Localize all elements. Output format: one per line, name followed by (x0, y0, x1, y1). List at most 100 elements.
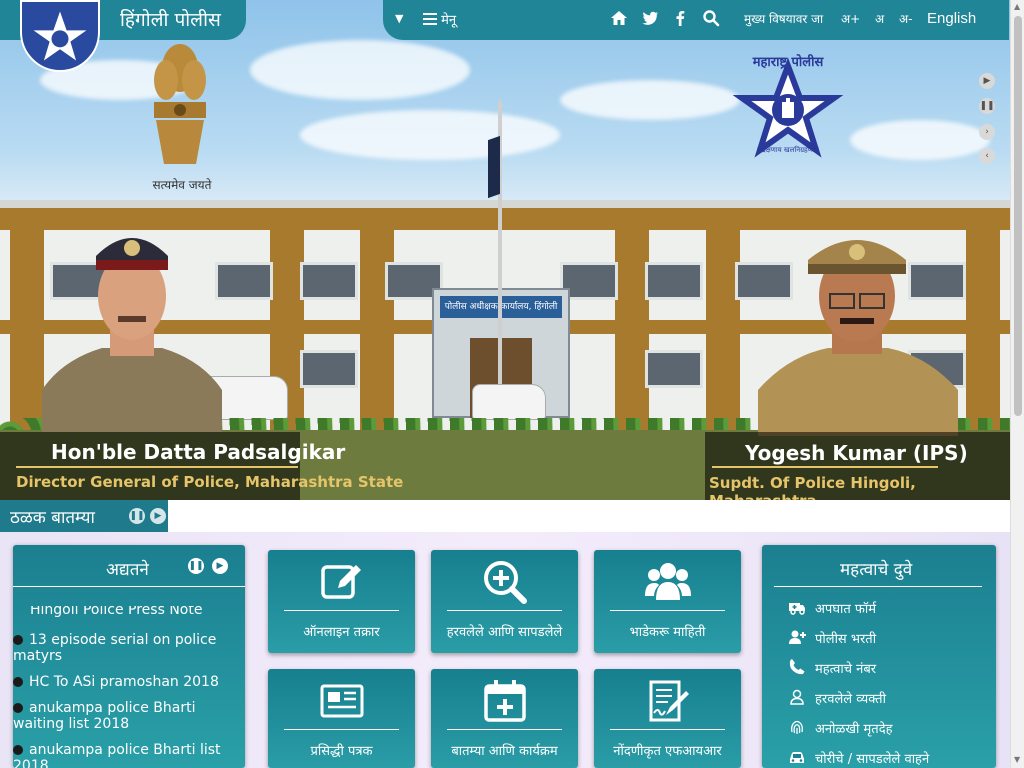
list-item-text: 13 episode serial on police matyrs (13, 632, 217, 664)
important-links-title: महत्वाचे दुवे (840, 560, 913, 580)
updates-pause-button[interactable]: ❚❚ (188, 558, 204, 574)
tile-label: ऑनलाइन तक्रार (303, 625, 380, 640)
twitter-icon[interactable] (641, 9, 659, 27)
list-item-text: anukampa police Bharti list 2018 (13, 742, 221, 768)
right-caption-rule (712, 466, 938, 468)
news-ticker: ठळक बातम्या ❚❚ ▶ (0, 500, 1010, 532)
edit-icon (321, 565, 361, 599)
tile-rule (447, 729, 562, 730)
tile-registered-fir[interactable]: नोंदणीकृत एफआयआर (594, 669, 741, 768)
logo-text-bottom: सद्रक्षणाय खलनिग्रहणाय (757, 146, 819, 154)
scroll-down-icon[interactable]: ▼ (1014, 756, 1022, 764)
building-pillar (706, 208, 740, 438)
link-label: महत्वाचे नंबर (815, 662, 877, 677)
tile-tenant-info[interactable]: भाडेकरू माहिती (594, 550, 741, 653)
fingerprint-icon (791, 720, 803, 734)
site-title[interactable]: हिंगोली पोलीस (120, 6, 221, 32)
skip-to-main-link[interactable]: मुख्य विषयावर जा (744, 10, 823, 27)
font-decrease-button[interactable]: अ- (899, 10, 913, 27)
badge-star-icon (33, 11, 87, 61)
police-badge-icon[interactable] (20, 0, 100, 72)
cloud (300, 110, 560, 160)
search-icon[interactable] (702, 9, 720, 27)
search-plus-icon (484, 561, 527, 604)
right-person-name: Yogesh Kumar (IPS) (745, 441, 968, 465)
user-plus-icon (789, 630, 806, 644)
chevron-right-icon (13, 703, 23, 713)
slider-prev-button[interactable]: ‹ (979, 148, 995, 164)
ticker-label-box: ठळक बातम्या ❚❚ ▶ (0, 500, 168, 532)
cloud (850, 120, 990, 160)
window (300, 262, 358, 300)
ticker-pause-button[interactable]: ❚❚ (129, 508, 145, 524)
car-icon (790, 752, 804, 763)
slider-play-button[interactable]: ▶ (979, 73, 995, 89)
font-increase-button[interactable]: अ+ (841, 10, 860, 27)
list-item-text: Hingoli Police Press Note (30, 606, 203, 618)
page-scrollbar[interactable]: ▲ ▼ (1010, 0, 1024, 768)
dgp-portrait (42, 238, 222, 432)
list-item[interactable]: HC To ASi pramoshan 2018 (13, 674, 245, 690)
cloud (250, 40, 470, 100)
list-item[interactable]: anukampa police Bharti waiting list 2018 (13, 700, 245, 732)
updates-title: अद्यतने (106, 560, 149, 580)
tile-label: बातम्या आणि कार्यक्रम (451, 744, 558, 759)
home-icon[interactable] (610, 9, 628, 27)
tile-rule (447, 610, 562, 611)
tile-rule (610, 610, 725, 611)
flag (488, 135, 500, 199)
tile-label: प्रसिद्धी पत्रक (310, 744, 373, 759)
list-item[interactable]: Hingoli Police Press Note (13, 606, 245, 620)
tile-lost-found[interactable]: हरवलेले आणि सापडलेले (431, 550, 578, 653)
tile-label: हरवलेले आणि सापडलेले (446, 625, 563, 640)
important-links-rule (774, 586, 982, 587)
phone-icon (789, 659, 805, 675)
right-person-title: Supdt. Of Police Hingoli, Maharashtra (709, 474, 916, 500)
scroll-thumb[interactable] (1014, 16, 1022, 416)
window (300, 350, 358, 388)
left-person-name: Hon'ble Datta Padsalgikar (51, 440, 346, 464)
language-switch[interactable]: English (927, 10, 976, 27)
tile-rule (284, 729, 399, 730)
caret-down-icon[interactable]: ▼ (395, 12, 403, 25)
emblem-motto: सत्यमेव जयते (152, 178, 212, 192)
newspaper-icon (320, 684, 364, 718)
cloud (560, 80, 740, 120)
user-outline-icon (790, 689, 804, 705)
tile-news-events[interactable]: बातम्या आणि कार्यक्रम (431, 669, 578, 768)
list-item-text: anukampa police Bharti waiting list 2018 (13, 700, 196, 732)
ambulance-icon (789, 603, 805, 615)
window (645, 350, 703, 388)
font-reset-button[interactable]: अ (875, 10, 884, 27)
hero-banner: पोलीस अधीक्षक कार्यालय, हिंगोली सत्यमेव … (0, 0, 1010, 500)
slider-next-button[interactable]: › (979, 124, 995, 140)
menu-icon (423, 13, 437, 25)
list-item[interactable]: anukampa police Bharti list 2018 (13, 742, 245, 768)
sp-portrait (758, 240, 958, 436)
updates-play-button[interactable]: ▶ (212, 558, 228, 574)
tile-rule (284, 610, 399, 611)
list-item-text: HC To ASi pramoshan 2018 (29, 674, 219, 690)
scroll-up-icon[interactable]: ▲ (1014, 3, 1022, 11)
menu-button[interactable]: मेनू (423, 10, 456, 28)
users-icon (645, 563, 691, 600)
building-pillar (615, 208, 649, 438)
tile-online-complaint[interactable]: ऑनलाइन तक्रार (268, 550, 415, 653)
link-label: अपघात फॉर्म (815, 602, 877, 617)
building-pillar (966, 208, 1000, 438)
ticker-play-button[interactable]: ▶ (150, 508, 166, 524)
building-pillar (10, 208, 44, 438)
tile-press-release[interactable]: प्रसिद्धी पत्रक (268, 669, 415, 768)
list-item[interactable]: 13 episode serial on police matyrs (13, 632, 245, 664)
left-person-title: Director General of Police, Maharashtra … (16, 473, 404, 491)
updates-rule (13, 586, 245, 587)
facebook-icon[interactable] (671, 9, 689, 27)
calendar-plus-icon (484, 680, 526, 722)
link-label: पोलीस भरती (815, 632, 877, 647)
slider-pause-button[interactable]: ❚❚ (979, 98, 995, 114)
signed-document-icon (649, 680, 689, 722)
link-label: अनोळखी मृतदेह (815, 722, 893, 737)
link-label: चोरीचे / सापडलेले वाहने (815, 752, 930, 767)
building-pillar (360, 208, 394, 438)
updates-list: Hingoli Police Press Note 13 episode ser… (13, 606, 245, 768)
